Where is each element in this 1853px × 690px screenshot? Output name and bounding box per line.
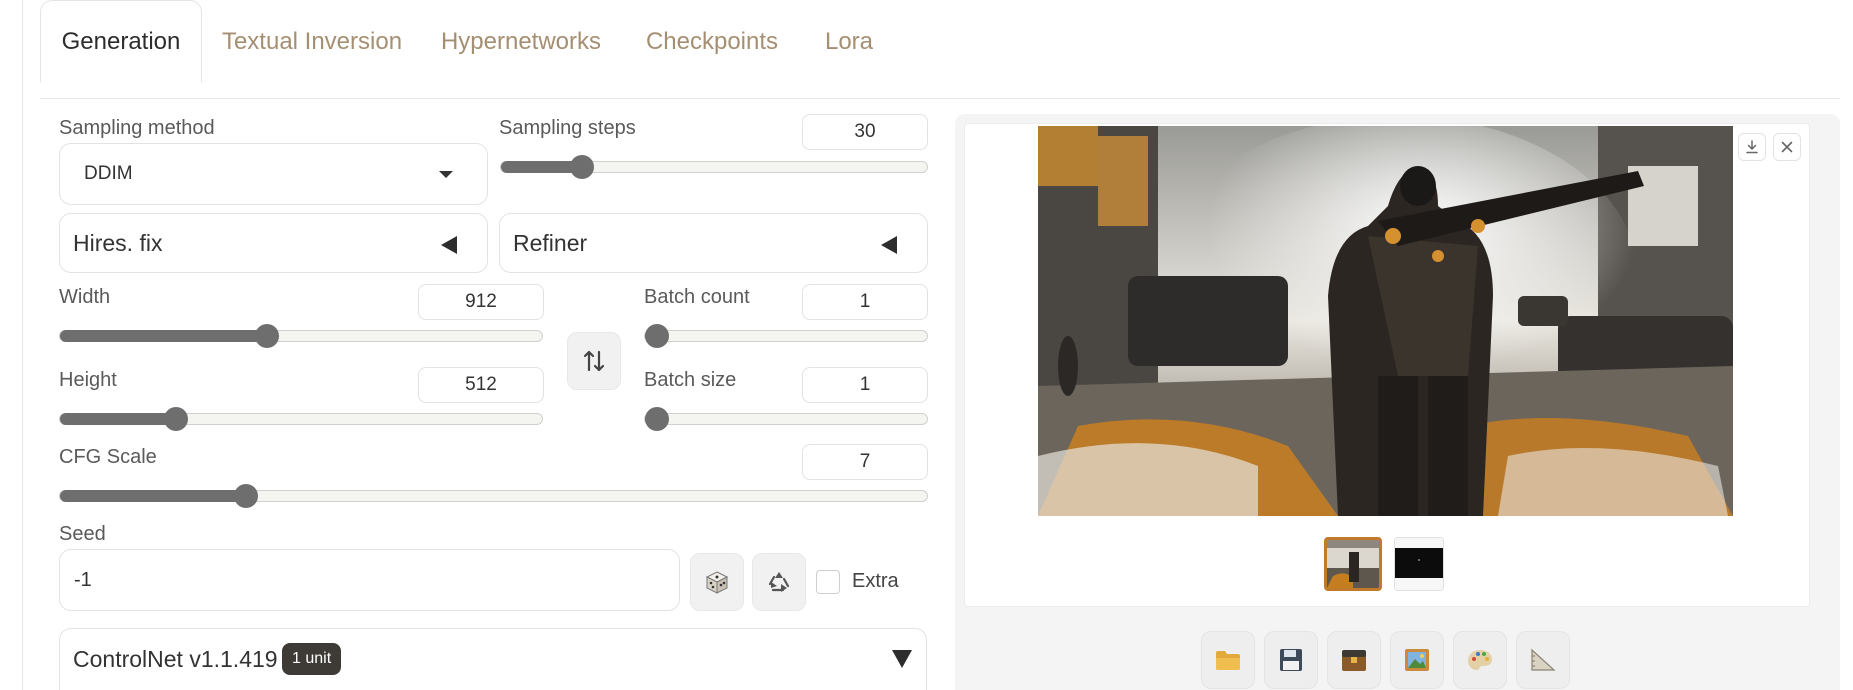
slider-fill bbox=[60, 490, 247, 502]
open-folder-button[interactable] bbox=[1201, 631, 1255, 689]
tab-lora[interactable]: Lora bbox=[818, 0, 880, 83]
seed-value: -1 bbox=[74, 569, 92, 591]
swap-vertical-icon bbox=[583, 350, 605, 372]
cfg-scale-slider[interactable] bbox=[59, 484, 928, 508]
sampling-steps-label: Sampling steps bbox=[499, 117, 636, 139]
chevron-down-icon bbox=[439, 171, 453, 178]
slider-thumb[interactable] bbox=[255, 324, 280, 348]
batch-count-slider[interactable] bbox=[644, 324, 928, 348]
send-to-inpaint-button[interactable] bbox=[1453, 631, 1507, 689]
slider-thumb[interactable] bbox=[645, 407, 669, 431]
close-icon bbox=[1781, 141, 1793, 153]
tab-textual-inversion[interactable]: Textual Inversion bbox=[214, 0, 410, 83]
width-label: Width bbox=[59, 286, 111, 308]
slider-thumb[interactable] bbox=[645, 324, 669, 348]
generated-image[interactable] bbox=[1038, 126, 1733, 516]
zip-icon bbox=[1342, 650, 1366, 671]
reuse-seed-button[interactable] bbox=[752, 553, 806, 611]
extra-seed-checkbox[interactable] bbox=[816, 570, 840, 594]
close-image-button[interactable] bbox=[1773, 133, 1801, 161]
expand-triangle-icon bbox=[441, 236, 457, 254]
cfg-scale-input[interactable]: 7 bbox=[802, 444, 928, 480]
collapse-triangle-icon bbox=[892, 650, 912, 668]
palette-icon bbox=[1468, 650, 1492, 670]
tab-generation[interactable]: Generation bbox=[40, 0, 202, 83]
hires-fix-title: Hires. fix bbox=[73, 230, 163, 256]
send-to-img2img-button[interactable] bbox=[1390, 631, 1444, 689]
batch-size-slider[interactable] bbox=[644, 407, 928, 431]
slider-fill bbox=[60, 413, 176, 425]
batch-count-input[interactable]: 1 bbox=[802, 284, 928, 320]
sampling-method-dropdown[interactable]: DDIM bbox=[59, 143, 488, 205]
width-input[interactable]: 912 bbox=[418, 284, 544, 320]
batch-size-input[interactable]: 1 bbox=[802, 367, 928, 403]
recycle-icon bbox=[768, 572, 790, 592]
tab-hypernetworks[interactable]: Hypernetworks bbox=[436, 0, 606, 83]
height-slider[interactable] bbox=[59, 407, 543, 431]
batch-count-label: Batch count bbox=[644, 286, 750, 308]
refiner-title: Refiner bbox=[513, 230, 588, 256]
hires-fix-accordion[interactable]: Hires. fix bbox=[59, 213, 488, 273]
dice-icon bbox=[705, 571, 729, 594]
slider-thumb[interactable] bbox=[163, 407, 188, 431]
thumbnail-image bbox=[1395, 538, 1443, 590]
controlnet-unit-badge: 1 unit bbox=[282, 643, 342, 675]
page-edge bbox=[22, 0, 23, 690]
slider-thumb[interactable] bbox=[569, 155, 594, 179]
save-button[interactable] bbox=[1264, 631, 1318, 689]
ruler-icon bbox=[1531, 648, 1556, 671]
thumbnail-image bbox=[1327, 540, 1379, 588]
slider-thumb[interactable] bbox=[234, 484, 259, 508]
sampling-steps-input[interactable]: 30 bbox=[802, 114, 928, 150]
sampling-steps-slider[interactable] bbox=[500, 155, 928, 179]
controlnet-title: ControlNet v1.1.419 bbox=[73, 646, 278, 672]
download-image-button[interactable] bbox=[1738, 133, 1766, 161]
folder-icon bbox=[1216, 651, 1240, 670]
refiner-accordion[interactable]: Refiner bbox=[499, 213, 928, 273]
cfg-scale-label: CFG Scale bbox=[59, 446, 157, 468]
seed-label: Seed bbox=[59, 523, 106, 545]
height-input[interactable]: 512 bbox=[418, 367, 544, 403]
image-icon bbox=[1405, 649, 1429, 671]
sampling-method-value: DDIM bbox=[84, 163, 133, 184]
download-icon bbox=[1746, 140, 1758, 154]
save-icon bbox=[1280, 649, 1302, 671]
height-label: Height bbox=[59, 369, 117, 391]
controlnet-accordion[interactable]: ControlNet v1.1.419 1 unit bbox=[59, 628, 927, 690]
tab-divider bbox=[40, 98, 1840, 99]
sampling-method-label: Sampling method bbox=[59, 117, 215, 139]
send-to-extras-button[interactable] bbox=[1516, 631, 1570, 689]
tab-checkpoints[interactable]: Checkpoints bbox=[636, 0, 788, 83]
gallery-thumbnail-2[interactable] bbox=[1394, 537, 1444, 591]
seed-input[interactable]: -1 bbox=[59, 549, 680, 611]
generated-image-render bbox=[1038, 126, 1733, 516]
extra-label: Extra bbox=[852, 570, 899, 592]
expand-triangle-icon bbox=[881, 236, 897, 254]
zip-button[interactable] bbox=[1327, 631, 1381, 689]
width-slider[interactable] bbox=[59, 324, 543, 348]
random-seed-button[interactable] bbox=[690, 553, 744, 611]
gallery-thumbnail-1[interactable] bbox=[1324, 537, 1382, 591]
slider-fill bbox=[60, 330, 268, 342]
batch-size-label: Batch size bbox=[644, 369, 737, 391]
swap-dimensions-button[interactable] bbox=[567, 332, 621, 390]
